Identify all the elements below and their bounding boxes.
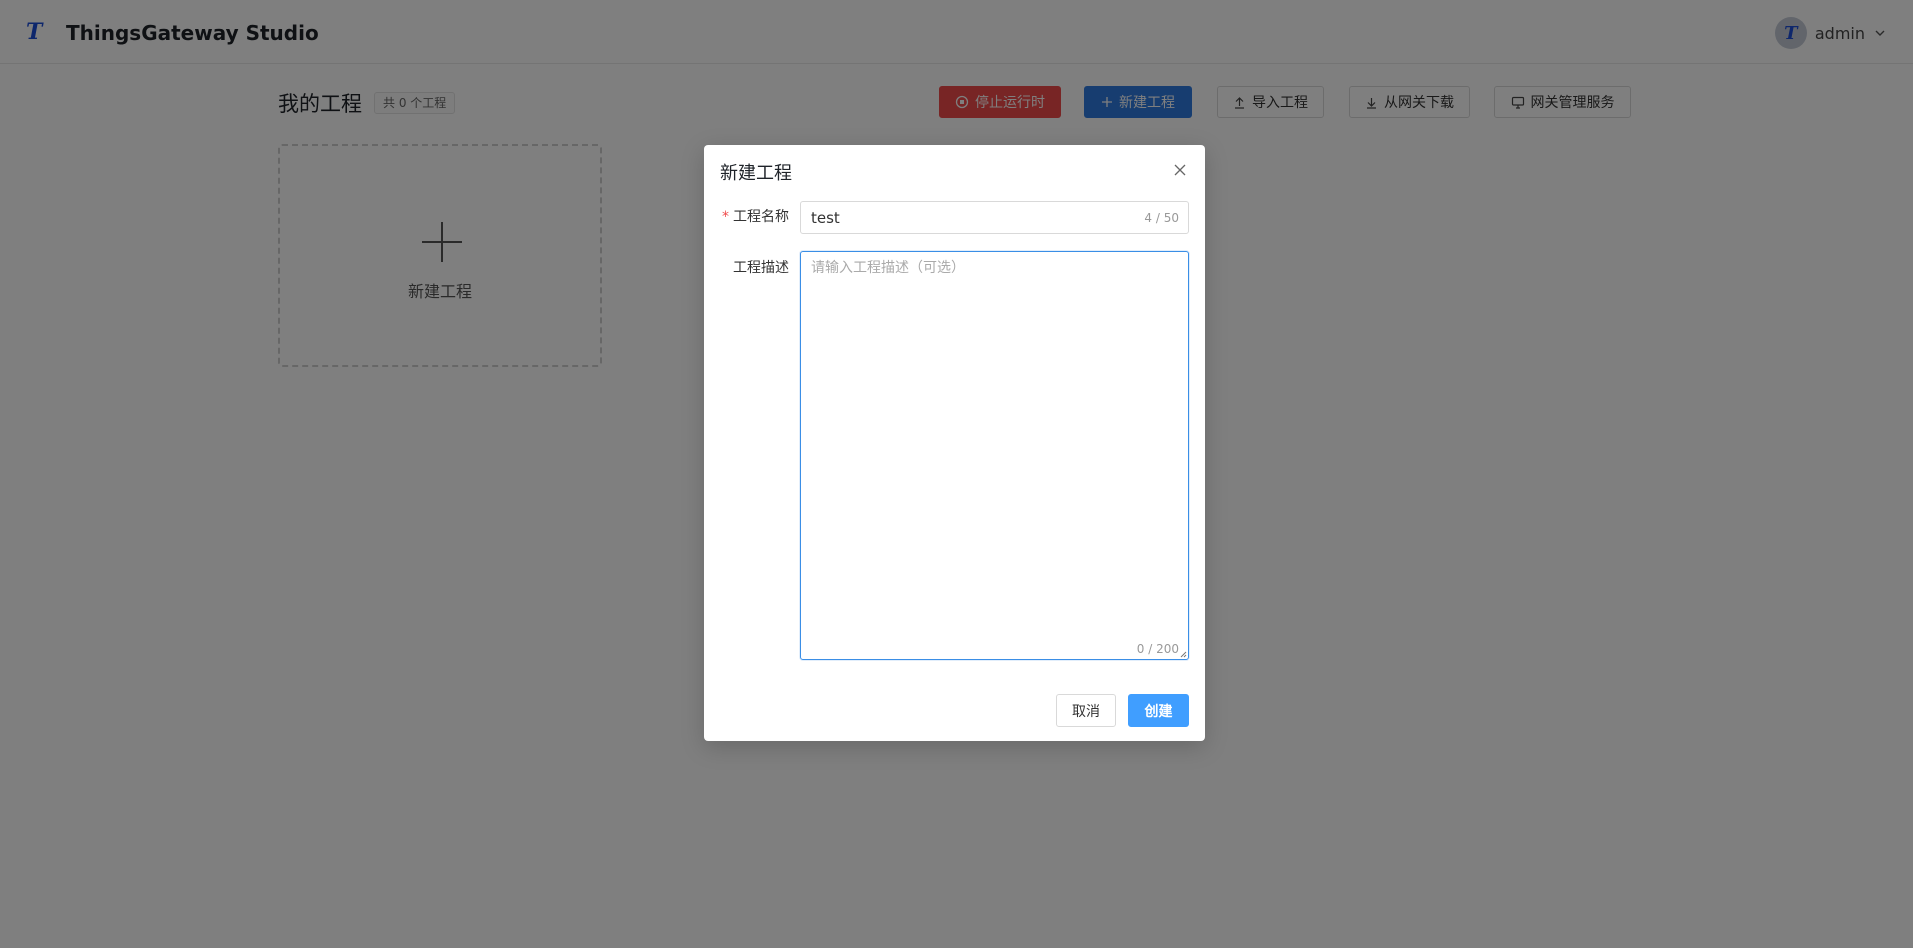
project-desc-counter: 0 / 200 <box>1136 642 1179 656</box>
project-name-label: 工程名称 <box>733 209 789 225</box>
cancel-button[interactable]: 取消 <box>1056 694 1116 727</box>
project-name-label-row: * 工程名称 <box>704 207 789 227</box>
required-marker: * <box>722 209 729 225</box>
new-project-dialog: 新建工程 * 工程名称 test 4 / 50 工程描述 请输入工程描述（可选） … <box>704 145 1205 741</box>
project-name-counter: 4 / 50 <box>1144 211 1179 225</box>
project-desc-textarea[interactable]: 请输入工程描述（可选） 0 / 200 <box>800 251 1189 660</box>
resize-handle-icon[interactable] <box>1179 650 1187 658</box>
project-name-input[interactable]: test 4 / 50 <box>800 201 1189 234</box>
close-icon[interactable] <box>1171 161 1189 179</box>
project-desc-placeholder: 请输入工程描述（可选） <box>811 260 965 276</box>
project-name-value[interactable]: test <box>811 208 840 228</box>
dialog-title: 新建工程 <box>720 163 792 184</box>
project-desc-label: 工程描述 <box>733 260 789 276</box>
create-button[interactable]: 创建 <box>1128 694 1189 727</box>
